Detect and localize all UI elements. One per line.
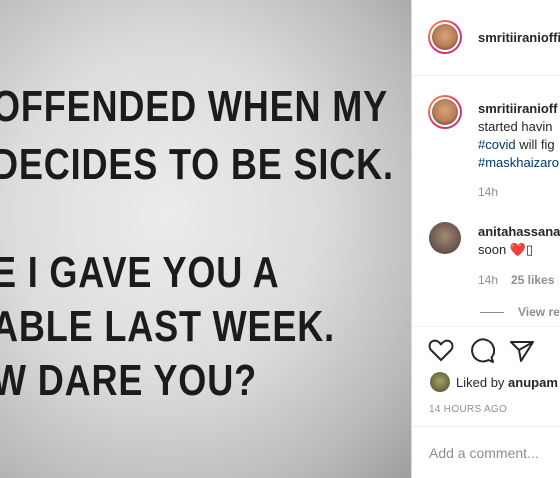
author-username[interactable]: smritiiranioffi (478, 30, 560, 45)
heart-icon[interactable] (428, 338, 454, 367)
caption-text-line: #covid will fig (478, 137, 555, 152)
liked-by-text: Liked by anupam (456, 375, 558, 390)
comment-likes[interactable]: 25 likes (511, 273, 554, 287)
caption-time[interactable]: 14h (478, 185, 498, 199)
caption-text-line: started havin (478, 119, 553, 134)
paper-plane-icon[interactable] (509, 338, 535, 369)
meme-text-line: E I GAVE YOU A (0, 248, 280, 297)
commenter-avatar[interactable] (429, 222, 461, 254)
comment-time[interactable]: 14h (478, 273, 498, 287)
meme-text-line: W DARE YOU? (0, 356, 257, 405)
meme-text-line: ABLE LAST WEEK. (0, 302, 336, 351)
post-side-panel: smritiiranioffi smritiiranioff started h… (412, 0, 560, 478)
liked-by-avatar[interactable] (430, 372, 450, 392)
comment-text: soon ❤️▯ (478, 242, 534, 257)
comment-bubble-icon[interactable] (469, 338, 496, 369)
add-comment-input[interactable]: Add a comment... (429, 445, 539, 461)
section-divider (412, 426, 560, 427)
meme-text-line: DECIDES TO BE SICK. (0, 140, 394, 189)
hashtag-link[interactable]: #maskhaizaro (478, 155, 559, 170)
liked-by-username[interactable]: anupam (508, 375, 558, 390)
post-timestamp[interactable]: 14 HOURS AGO (429, 404, 507, 415)
hashtag-link[interactable]: #covid (478, 137, 516, 152)
caption-username[interactable]: smritiiranioff (478, 101, 557, 116)
post-image[interactable]: OFFENDED WHEN MY DECIDES TO BE SICK. E I… (0, 0, 411, 478)
post-header: smritiiranioffi (412, 0, 560, 76)
view-replies-line (480, 312, 504, 313)
caption-author-avatar[interactable] (428, 95, 462, 129)
author-avatar[interactable] (428, 20, 462, 54)
view-replies-link[interactable]: View re (518, 305, 560, 319)
section-divider (412, 326, 560, 327)
commenter-username[interactable]: anitahassana (478, 224, 560, 239)
meme-text-line: OFFENDED WHEN MY (0, 82, 388, 131)
